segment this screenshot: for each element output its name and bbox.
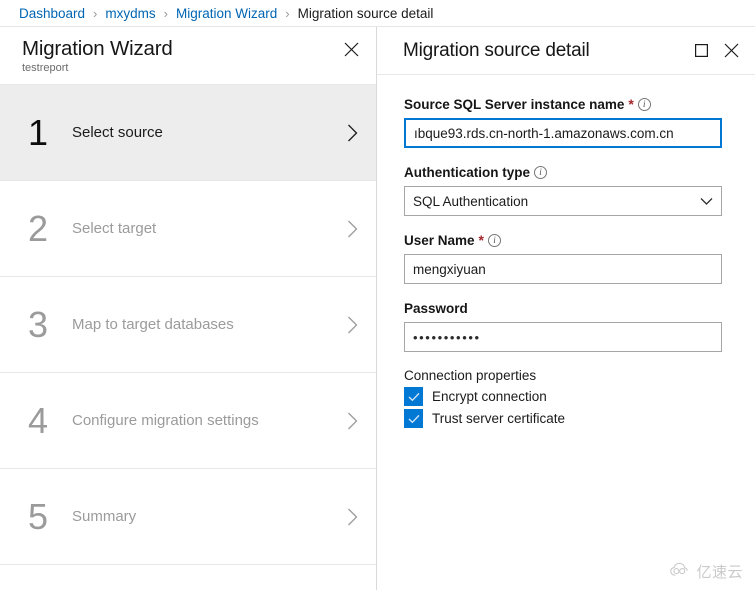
field-label: Source SQL Server instance name * i — [404, 96, 725, 113]
source-detail-form: Source SQL Server instance name * i ıbqu… — [377, 75, 755, 428]
checkbox-trust-server-certificate[interactable]: Trust server certificate — [404, 409, 725, 428]
field-label: Authentication type i — [404, 164, 725, 181]
checkmark-icon — [404, 409, 423, 428]
step-number: 1 — [28, 111, 49, 153]
step-label: Select source — [72, 124, 163, 141]
authentication-type-select[interactable]: SQL Authentication — [404, 186, 722, 216]
server-instance-name-input[interactable]: ıbque93.rds.cn-north-1.amazonaws.com.cn — [404, 118, 722, 148]
field-label-text: User Name — [404, 233, 475, 248]
wizard-step-summary[interactable]: 5 Summary — [0, 469, 376, 565]
chevron-right-icon — [347, 508, 358, 526]
source-detail-header: Migration source detail — [377, 27, 755, 75]
field-label-text: Password — [404, 301, 468, 316]
field-user-name: User Name * i mengxiyuan — [404, 232, 725, 284]
field-password: Password ••••••••••• — [404, 300, 725, 352]
step-label: Configure migration settings — [72, 412, 259, 429]
migration-wizard-blade: Migration Wizard testreport 1 Select sou… — [0, 27, 377, 590]
wizard-step-configure-migration-settings[interactable]: 4 Configure migration settings — [0, 373, 376, 469]
field-label: User Name * i — [404, 232, 725, 249]
checkbox-label: Encrypt connection — [432, 389, 547, 404]
breadcrumb-item-mxydms[interactable]: mxydms — [105, 6, 155, 21]
user-name-input[interactable]: mengxiyuan — [404, 254, 722, 284]
step-label: Select target — [72, 220, 157, 237]
breadcrumb-separator-icon: › — [285, 5, 290, 21]
checkbox-encrypt-connection[interactable]: Encrypt connection — [404, 387, 725, 406]
watermark: 亿速云 — [670, 561, 743, 582]
breadcrumb-item-migration-wizard[interactable]: Migration Wizard — [176, 6, 277, 21]
panel-header-actions — [687, 37, 745, 65]
step-number: 5 — [28, 495, 49, 537]
select-value: SQL Authentication — [413, 193, 529, 209]
wizard-blade-header: Migration Wizard testreport — [0, 27, 376, 85]
wizard-step-select-source[interactable]: 1 Select source — [0, 85, 376, 181]
cloud-icon — [670, 562, 692, 582]
chevron-right-icon — [347, 220, 358, 238]
input-value: mengxiyuan — [413, 261, 486, 277]
connection-properties-label: Connection properties — [404, 368, 537, 383]
chevron-right-icon — [347, 316, 358, 334]
step-number: 4 — [28, 399, 49, 441]
maximize-icon[interactable] — [687, 37, 715, 65]
step-number: 3 — [28, 303, 49, 345]
breadcrumb-item-dashboard[interactable]: Dashboard — [19, 6, 85, 21]
required-marker: * — [478, 232, 484, 248]
info-icon[interactable]: i — [534, 166, 548, 179]
info-icon[interactable]: i — [637, 98, 651, 111]
wizard-steps-list: 1 Select source 2 Select target 3 Map to… — [0, 85, 376, 565]
page-subtitle: testreport — [22, 62, 69, 74]
field-authentication-type: Authentication type i SQL Authentication — [404, 164, 725, 216]
breadcrumb: Dashboard › mxydms › Migration Wizard › … — [0, 0, 755, 27]
password-input[interactable]: ••••••••••• — [404, 322, 722, 352]
wizard-title-group: Migration Wizard testreport — [22, 36, 173, 74]
required-marker: * — [628, 96, 634, 112]
field-server-instance-name: Source SQL Server instance name * i ıbqu… — [404, 96, 725, 148]
close-icon[interactable] — [717, 37, 745, 65]
chevron-down-icon — [700, 194, 713, 209]
page-title: Migration Wizard — [22, 37, 173, 60]
chevron-right-icon — [347, 124, 358, 142]
field-label-text: Authentication type — [404, 165, 531, 180]
wizard-step-select-target[interactable]: 2 Select target — [0, 181, 376, 277]
breadcrumb-separator-icon: › — [163, 5, 168, 21]
info-icon[interactable]: i — [488, 234, 501, 247]
watermark-text: 亿速云 — [696, 564, 743, 581]
panel-title: Migration source detail — [403, 39, 590, 61]
step-label: Map to target databases — [72, 316, 234, 333]
field-label-text: Source SQL Server instance name — [404, 97, 625, 112]
breadcrumb-item-current: Migration source detail — [297, 5, 434, 21]
input-value: ıbque93.rds.cn-north-1.amazonaws.com.cn — [414, 125, 674, 141]
close-icon[interactable] — [338, 36, 364, 62]
field-label: Password — [404, 300, 725, 317]
migration-source-detail-blade: Migration source detail Source SQL Serve… — [377, 27, 755, 590]
wizard-step-map-to-target-databases[interactable]: 3 Map to target databases — [0, 277, 376, 373]
field-connection-properties: Connection properties Encrypt connection… — [404, 368, 725, 428]
checkbox-label: Trust server certificate — [432, 411, 566, 426]
chevron-right-icon — [347, 412, 358, 430]
step-label: Summary — [72, 508, 137, 525]
checkmark-icon — [404, 387, 423, 406]
breadcrumb-separator-icon: › — [93, 5, 98, 21]
input-value: ••••••••••• — [413, 329, 481, 345]
step-number: 2 — [28, 207, 49, 249]
